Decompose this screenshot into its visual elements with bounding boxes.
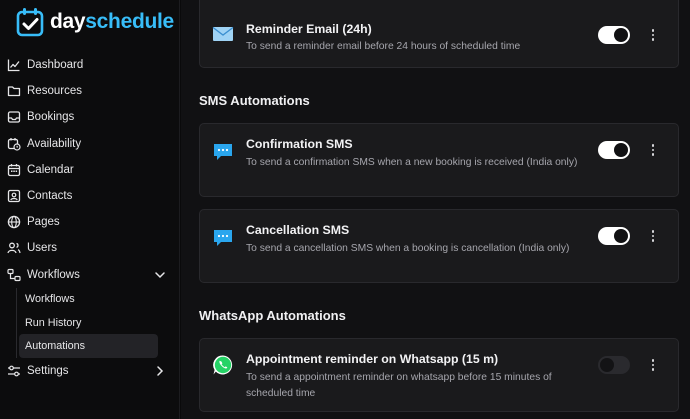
sidebar-item-label: Settings <box>27 364 69 377</box>
email-icon <box>212 26 234 41</box>
sidebar-item-contacts[interactable]: Contacts <box>0 183 180 209</box>
sidebar-item-label: Resources <box>27 85 82 98</box>
sidebar-item-label: Availability <box>27 137 82 150</box>
chat-bubble-icon <box>214 230 232 246</box>
sidebar-item-dashboard[interactable]: Dashboard <box>0 52 180 78</box>
brand-name: dayschedule <box>50 10 174 33</box>
more-options-icon[interactable] <box>646 229 660 243</box>
automation-card-confirmation-sms: Confirmation SMS To send a confirmation … <box>199 123 679 197</box>
whatsapp-reminder-toggle[interactable] <box>598 356 630 374</box>
sidebar-item-settings[interactable]: Settings <box>0 358 180 384</box>
sidebar-item-label: Bookings <box>27 111 75 124</box>
sidebar-item-bookings[interactable]: Bookings <box>0 104 180 130</box>
calendar-icon <box>7 163 21 177</box>
submenu-item-automations[interactable]: Automations <box>19 334 158 358</box>
workflows-submenu: Workflows Run History Automations <box>16 287 158 358</box>
section-title-sms: SMS Automations <box>199 93 310 108</box>
section-title-whatsapp: WhatsApp Automations <box>199 308 346 323</box>
globe-icon <box>7 215 21 229</box>
sidebar-nav: Dashboard Resources Bookings Availabilit… <box>0 52 180 384</box>
card-description: To send a cancellation SMS when a bookin… <box>246 243 570 254</box>
submenu-item-workflows[interactable]: Workflows <box>17 288 158 311</box>
card-title: Cancellation SMS <box>246 223 350 237</box>
chart-line-icon <box>7 58 21 72</box>
sidebar-item-users[interactable]: Users <box>0 235 180 261</box>
automation-card-whatsapp-reminder: Appointment reminder on Whatsapp (15 m) … <box>199 338 679 412</box>
sidebar-item-workflows[interactable]: Workflows <box>0 262 180 288</box>
card-title: Appointment reminder on Whatsapp (15 m) <box>246 352 499 366</box>
sidebar-item-resources[interactable]: Resources <box>0 78 180 104</box>
workflow-icon <box>7 268 21 282</box>
users-icon <box>7 241 21 255</box>
sidebar: dayschedule Dashboard Resources Bookings… <box>0 0 180 419</box>
sidebar-item-label: Calendar <box>27 163 74 176</box>
automations-content: Reminder Email (24h) To send a reminder … <box>181 0 690 419</box>
sidebar-item-calendar[interactable]: Calendar <box>0 157 180 183</box>
card-description: To send a appointment reminder on whatsa… <box>246 372 552 399</box>
calendar-clock-icon <box>7 137 21 151</box>
sidebar-item-availability[interactable]: Availability <box>0 131 180 157</box>
submenu-item-run-history[interactable]: Run History <box>17 311 158 334</box>
card-title: Reminder Email (24h) <box>246 22 372 36</box>
calendar-check-logo-icon <box>16 8 44 37</box>
more-options-icon[interactable] <box>646 358 660 372</box>
folder-icon <box>7 84 21 98</box>
card-description: To send a reminder email before 24 hours… <box>246 41 521 52</box>
inbox-icon <box>7 110 21 124</box>
card-title: Confirmation SMS <box>246 137 353 151</box>
whatsapp-icon <box>213 355 233 375</box>
sidebar-item-label: Contacts <box>27 190 73 203</box>
automation-card-reminder-email: Reminder Email (24h) To send a reminder … <box>199 0 679 68</box>
reminder-email-toggle[interactable] <box>598 26 630 44</box>
settings-sliders-icon <box>7 364 21 378</box>
sidebar-item-label: Users <box>27 242 58 255</box>
sidebar-item-label: Pages <box>27 216 60 229</box>
more-options-icon[interactable] <box>646 28 660 42</box>
automation-card-cancellation-sms: Cancellation SMS To send a cancellation … <box>199 209 679 283</box>
chevron-down-icon[interactable] <box>154 269 166 281</box>
sidebar-item-pages[interactable]: Pages <box>0 209 180 235</box>
cancellation-sms-toggle[interactable] <box>598 227 630 245</box>
confirmation-sms-toggle[interactable] <box>598 141 630 159</box>
sidebar-item-label: Workflows <box>27 268 80 281</box>
chat-bubble-icon <box>214 144 232 160</box>
sidebar-item-label: Dashboard <box>27 59 84 72</box>
card-description: To send a confirmation SMS when a new bo… <box>246 157 578 168</box>
chevron-right-icon[interactable] <box>154 365 166 377</box>
contact-card-icon <box>7 189 21 203</box>
more-options-icon[interactable] <box>646 143 660 157</box>
brand-logo[interactable]: dayschedule <box>16 6 174 38</box>
